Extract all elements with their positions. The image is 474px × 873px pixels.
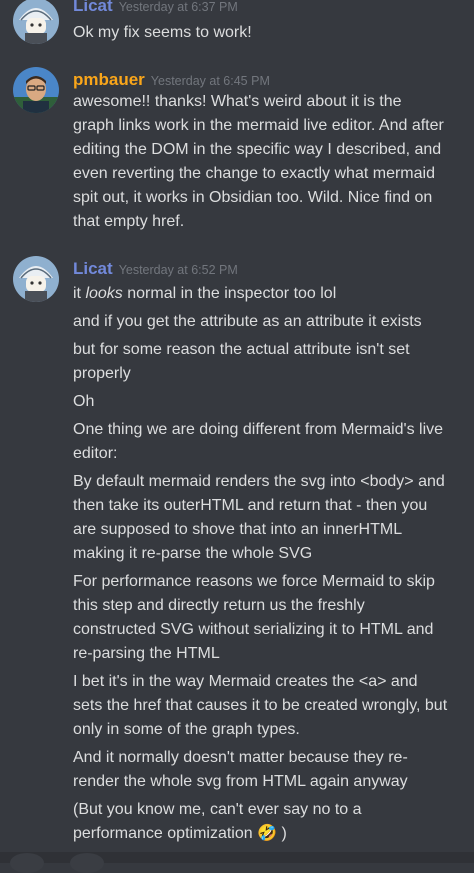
message-text: performance optimization 🤣 ) [73,822,473,846]
rofl-emoji-icon: 🤣 [257,825,278,842]
message-text: are supposed to shove that into an inner… [73,521,403,538]
chat-message-list: Licat Yesterday at 6:37 PM Ok my fix seem… [0,0,474,873]
message-text: And it normally doesn't matter because t… [73,749,408,766]
message-text: only in some of the graph types. [73,721,300,738]
message-timestamp: Yesterday at 6:52 PM [118,263,238,277]
author-name[interactable]: Licat [73,259,113,278]
licat-avatar[interactable] [13,256,59,302]
message-text: One thing we are doing different from Me… [73,421,444,438]
message-group-licat-2: Licat Yesterday at 6:52 PM it looks norma… [0,0,474,863]
message-text: but for some reason the actual attribute… [73,341,410,358]
message-text: For performance reasons we force Mermaid… [73,573,435,590]
message-text: it looks normal in the inspector too lol [73,282,473,306]
message-text: and if you get the attribute as an attri… [73,313,422,330]
message-text: constructed SVG without serializing it t… [73,621,434,638]
message-text: then take its outerHTML and return that … [73,497,428,514]
text-segment: ) [277,825,287,842]
message-text: (But you know me, can't ever say no to a [73,801,362,818]
message-text: this step and directly return us the fre… [73,597,365,614]
message-text: making it re-parse the whole SVG [73,545,313,562]
message-text: By default mermaid renders the svg into … [73,473,445,490]
text-segment: performance optimization [73,825,258,842]
message-text: render the whole svg from HTML again any… [73,773,408,790]
message-text: Oh [73,393,95,410]
message-text: editor: [73,445,118,462]
text-segment: normal in the inspector too lol [122,285,337,302]
partial-avatar-bottom [10,853,44,873]
message-text: I bet it's in the way Mermaid creates th… [73,673,418,690]
message-text: re-parsing the HTML [73,645,220,662]
message-text: sets the href that causes it to be creat… [73,697,448,714]
emphasized-text: looks [85,285,123,302]
text-segment: it [73,285,86,302]
message-text: properly [73,365,131,382]
partial-avatar-bottom [70,853,104,873]
